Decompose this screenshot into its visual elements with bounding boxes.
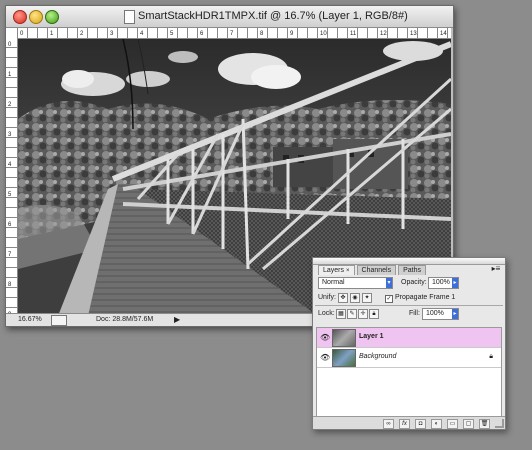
ruler-left-label: 5 <box>8 192 12 198</box>
layer-name[interactable]: Layer 1 <box>359 333 384 340</box>
fx-icon[interactable]: fx <box>399 419 410 429</box>
tab-layers[interactable]: Layers × <box>318 265 355 275</box>
layers-palette[interactable]: Layers × Channels Paths ▸≡ Normal ▾ Opaci… <box>312 257 506 430</box>
ruler-top-label: 0 <box>20 31 24 37</box>
ruler-left-label: 4 <box>8 162 12 168</box>
palette-footer: ∞ fx ◘ ◐ ▭ ▢ 🗑︎ <box>313 416 505 429</box>
ruler-top-label: 1 <box>50 31 54 37</box>
ruler-top-label: 14 <box>440 31 447 37</box>
opacity-input[interactable]: 100% ▸ <box>428 277 459 289</box>
ruler-top-label: 11 <box>350 31 357 37</box>
layer-name[interactable]: Background <box>359 353 396 360</box>
opacity-label: Opacity: <box>401 279 427 286</box>
layer-row-background[interactable]: 👁︎ Background 🔒︎ <box>317 348 501 368</box>
visibility-eye-icon[interactable]: 👁︎ <box>320 353 330 362</box>
tab-channels[interactable]: Channels <box>356 265 397 275</box>
status-options-button[interactable] <box>51 315 67 326</box>
ruler-top-label: 5 <box>170 31 174 37</box>
fill-label: Fill: <box>409 310 420 317</box>
ruler-left-label: 8 <box>8 282 12 288</box>
zoom-window-button[interactable] <box>45 10 59 24</box>
ruler-top-label: 13 <box>410 31 417 37</box>
palette-menu-icon[interactable]: ▸≡ <box>491 265 501 273</box>
layer-thumbnail <box>332 329 356 347</box>
opacity-slider-arrow-icon[interactable]: ▸ <box>452 278 458 288</box>
mask-icon[interactable]: ◘ <box>415 419 426 429</box>
document-proxy-icon[interactable] <box>124 10 135 24</box>
lock-pixels-icon[interactable]: ✎ <box>347 309 357 319</box>
document-title: SmartStackHDR1TMPX.tif @ 16.7% (Layer 1,… <box>138 10 408 22</box>
new-layer-icon[interactable]: ▢ <box>463 419 474 429</box>
document-titlebar[interactable]: SmartStackHDR1TMPX.tif @ 16.7% (Layer 1,… <box>6 6 453 28</box>
unify-label: Unify: <box>318 294 336 301</box>
unify-style-icon[interactable]: ✦ <box>362 293 372 303</box>
close-window-button[interactable] <box>13 10 27 24</box>
document-size: Doc: 28.8M/57.6M <box>96 316 154 323</box>
propagate-label: Propagate Frame 1 <box>395 294 456 301</box>
trash-icon[interactable]: 🗑︎ <box>479 419 490 429</box>
ruler-top-label: 12 <box>380 31 387 37</box>
palette-tabs: Layers × Channels Paths <box>318 265 428 275</box>
adjustment-icon[interactable]: ◐ <box>431 419 442 429</box>
unify-position-icon[interactable]: ✥ <box>338 293 348 303</box>
lock-position-icon[interactable]: ✛ <box>358 309 368 319</box>
chevron-down-icon: ▾ <box>386 278 392 288</box>
fill-input[interactable]: 100% ▸ <box>422 308 459 320</box>
ruler-top-label: 3 <box>110 31 114 37</box>
ruler-top-label: 2 <box>80 31 84 37</box>
tab-paths-label: Paths <box>403 267 422 274</box>
visibility-eye-icon[interactable]: 👁︎ <box>320 333 330 342</box>
ruler-left-label: 1 <box>8 72 12 78</box>
vertical-ruler[interactable]: 0123456789 <box>6 38 18 316</box>
fill-value: 100% <box>426 310 444 317</box>
blend-mode-value: Normal <box>322 279 345 286</box>
ruler-top-label: 6 <box>200 31 204 37</box>
opacity-value: 100% <box>432 279 450 286</box>
ruler-top-label: 9 <box>290 31 294 37</box>
blend-mode-select[interactable]: Normal ▾ <box>318 277 393 289</box>
lock-all-icon[interactable]: 🔒︎ <box>369 309 379 319</box>
tab-paths[interactable]: Paths <box>398 265 427 275</box>
palette-divider <box>315 305 503 306</box>
tab-layers-label: Layers <box>323 267 345 274</box>
layer-list[interactable]: 👁︎ Layer 1 👁︎ Background 🔒︎ <box>316 327 502 419</box>
resize-grip-icon[interactable] <box>495 419 504 428</box>
propagate-checkbox[interactable]: ✓ <box>385 295 393 303</box>
minimize-window-button[interactable] <box>29 10 43 24</box>
horizontal-ruler[interactable]: 0 1 2 3 4 5 6 7 8 9 10 11 12 13 14 <box>18 28 451 39</box>
lock-label: Lock: <box>318 310 335 317</box>
folder-icon[interactable]: ▭ <box>447 419 458 429</box>
lock-icon: 🔒︎ <box>489 353 493 360</box>
lock-transparency-icon[interactable]: ▦ <box>336 309 346 319</box>
tab-close-icon[interactable]: × <box>346 268 350 274</box>
ruler-top-label: 8 <box>260 31 264 37</box>
fill-slider-arrow-icon[interactable]: ▸ <box>452 309 458 319</box>
tab-channels-label: Channels <box>361 267 392 274</box>
ruler-left-label: 0 <box>8 42 12 48</box>
ruler-top-label: 7 <box>230 31 234 37</box>
unify-visibility-icon[interactable]: ◉ <box>350 293 360 303</box>
ruler-left-label: 6 <box>8 222 12 228</box>
link-icon[interactable]: ∞ <box>383 419 394 429</box>
layer-row-layer-1[interactable]: 👁︎ Layer 1 <box>317 328 501 348</box>
palette-titlebar[interactable] <box>313 258 505 265</box>
ruler-left-label: 7 <box>8 252 12 258</box>
zoom-level[interactable]: 16.67% <box>18 316 42 323</box>
ruler-left-label: 2 <box>8 102 12 108</box>
ruler-left-label: 3 <box>8 132 12 138</box>
ruler-top-label: 10 <box>320 31 327 37</box>
layer-thumbnail <box>332 349 356 367</box>
ruler-top-label: 4 <box>140 31 144 37</box>
status-menu-arrow-icon[interactable]: ▶ <box>174 315 180 324</box>
